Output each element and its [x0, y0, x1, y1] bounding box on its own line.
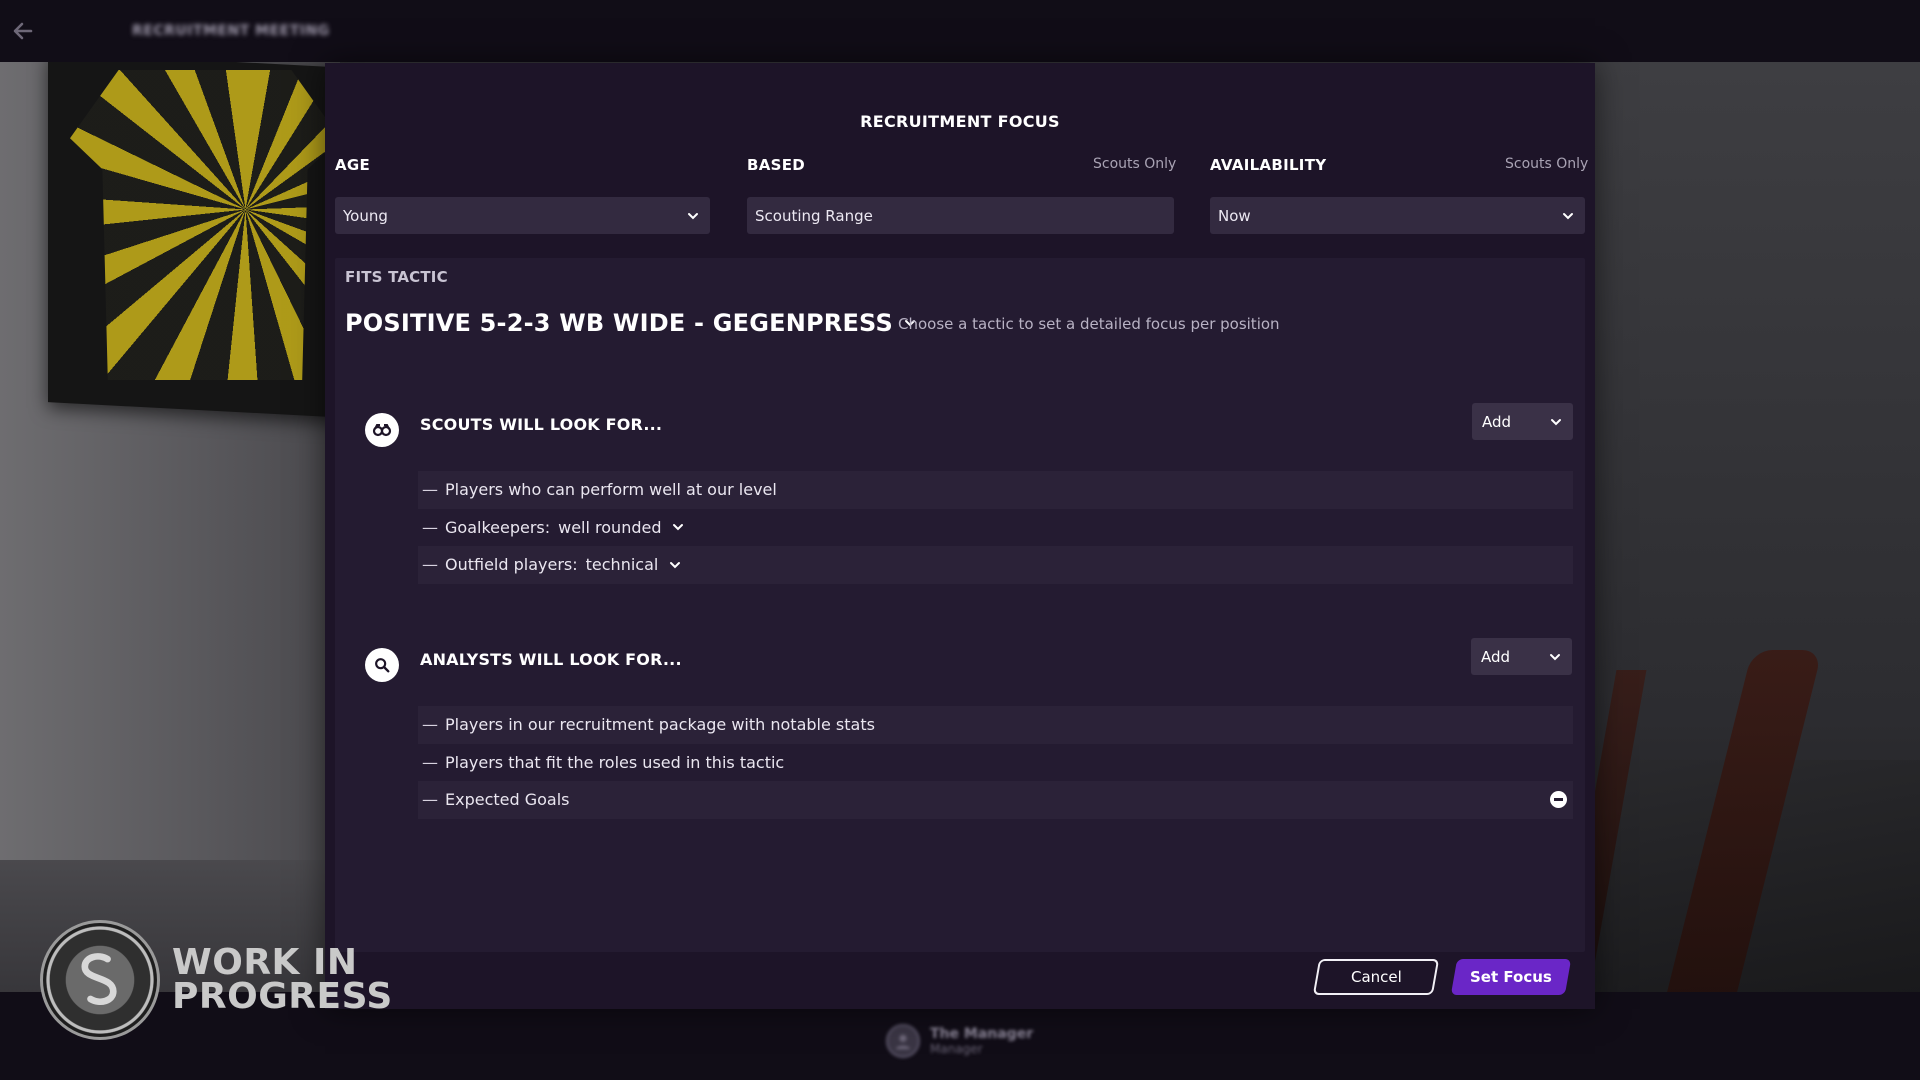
breadcrumb[interactable]: RECRUITMENT MEETING — [132, 23, 330, 39]
based-label: BASED — [747, 156, 806, 174]
dash: — — [422, 517, 438, 537]
tactic-name: POSITIVE 5-2-3 WB WIDE - GEGENPRESS — [345, 309, 893, 337]
cancel-label: Cancel — [1350, 968, 1402, 986]
fits-tactic-label: FITS TACTIC — [345, 268, 448, 286]
chevron-down-icon — [1551, 418, 1561, 425]
analysts-add-label: Add — [1481, 647, 1511, 666]
top-bar: RECRUITMENT MEETING — [0, 0, 1920, 62]
list-item: — Players in our recruitment package wit… — [418, 706, 1573, 744]
dash: — — [422, 555, 438, 575]
criteria-text: Expected Goals — [445, 790, 570, 810]
outfield-option-value: technical — [585, 555, 659, 575]
dialog-title: RECRUITMENT FOCUS — [860, 112, 1060, 131]
availability-label: AVAILABILITY — [1210, 156, 1327, 174]
shirt-image — [70, 70, 340, 380]
outfield-option-dropdown[interactable]: technical — [586, 555, 683, 574]
based-value: Scouting Range — [755, 206, 873, 225]
availability-dropdown[interactable]: Now — [1210, 197, 1585, 234]
criteria-text: Players in our recruitment package with … — [445, 715, 875, 735]
analysts-section-title: ANALYSTS WILL LOOK FOR... — [420, 650, 682, 669]
avatar — [886, 1024, 920, 1058]
age-label: AGE — [335, 156, 371, 174]
criteria-text: Outfield players: — [445, 555, 578, 575]
dash: — — [422, 715, 438, 735]
chevron-down-icon — [670, 561, 681, 569]
scouts-add-dropdown[interactable]: Add — [1472, 403, 1573, 440]
tactic-selector[interactable]: POSITIVE 5-2-3 WB WIDE - GEGENPRESS — [345, 309, 917, 337]
goalkeepers-option-value: well rounded — [558, 517, 662, 537]
age-value: Young — [343, 206, 388, 225]
based-field[interactable]: Scouting Range — [747, 197, 1174, 234]
person-icon — [895, 1034, 911, 1050]
dash: — — [422, 790, 438, 810]
criteria-text: Players that fit the roles used in this … — [445, 752, 785, 772]
availability-scouts-only: Scouts Only — [1505, 156, 1589, 172]
manager-role: Manager — [930, 1042, 983, 1056]
manager-profile[interactable]: The Manager Manager — [886, 1024, 1033, 1058]
dash: — — [422, 752, 438, 772]
tactic-hint: Choose a tactic to set a detailed focus … — [898, 315, 1280, 333]
chevron-down-icon — [1563, 212, 1573, 219]
list-item: — Expected Goals — [418, 781, 1573, 819]
criteria-text: Goalkeepers: — [445, 517, 551, 537]
based-scouts-only: Scouts Only — [1093, 156, 1177, 172]
list-item: — Players who can perform well at our le… — [418, 471, 1573, 509]
back-arrow-icon — [13, 22, 33, 40]
chevron-down-icon — [688, 212, 698, 219]
back-button[interactable] — [0, 0, 46, 62]
dash: — — [422, 480, 438, 500]
list-item: — Outfield players: technical — [418, 546, 1573, 584]
chevron-down-icon — [1550, 653, 1560, 660]
minus-icon — [1554, 798, 1563, 801]
criteria-text: Players who can perform well at our leve… — [445, 480, 777, 500]
sports-interactive-seal — [40, 920, 160, 1040]
availability-value: Now — [1218, 206, 1251, 225]
work-in-progress-watermark: WORK IN PROGRESS — [40, 920, 393, 1040]
analysts-add-dropdown[interactable]: Add — [1471, 638, 1572, 675]
cancel-button[interactable]: Cancel — [1312, 959, 1440, 995]
set-focus-button[interactable]: Set Focus — [1450, 959, 1572, 995]
scouts-add-label: Add — [1482, 412, 1512, 431]
chevron-down-icon — [673, 524, 684, 531]
magnifier-icon — [365, 648, 399, 682]
scouts-criteria-list: — Players who can perform well at our le… — [418, 471, 1573, 584]
scouts-section-title: SCOUTS WILL LOOK FOR... — [420, 415, 663, 434]
analysts-criteria-list: — Players in our recruitment package wit… — [418, 706, 1573, 819]
remove-criteria-button[interactable] — [1550, 791, 1567, 808]
watermark-line-1: WORK IN — [172, 942, 358, 983]
list-item: — Goalkeepers: well rounded — [418, 509, 1573, 547]
binoculars-icon — [365, 413, 399, 447]
manager-name: The Manager — [930, 1026, 1034, 1042]
goalkeepers-option-dropdown[interactable]: well rounded — [558, 518, 685, 537]
watermark-line-2: PROGRESS — [172, 976, 393, 1017]
list-item: — Players that fit the roles used in thi… — [418, 744, 1573, 782]
fits-tactic-panel: FITS TACTIC POSITIVE 5-2-3 WB WIDE - GEG… — [335, 258, 1585, 952]
age-dropdown[interactable]: Young — [335, 197, 710, 234]
set-focus-label: Set Focus — [1470, 968, 1552, 986]
